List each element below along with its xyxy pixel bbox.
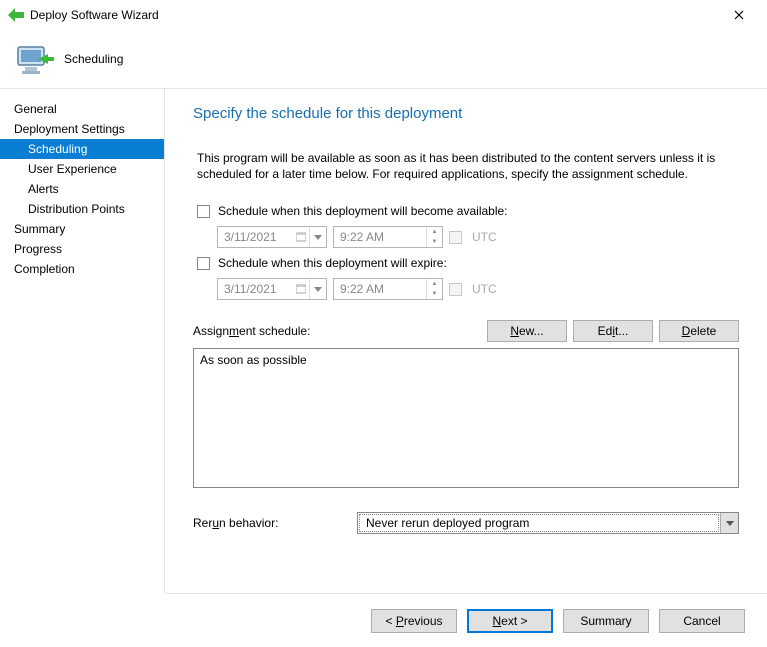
sidebar-item-scheduling[interactable]: Scheduling — [0, 139, 164, 159]
nav-sidebar: GeneralDeployment SettingsSchedulingUser… — [0, 89, 165, 593]
wizard-window: Deploy Software Wizard Scheduling Genera… — [0, 0, 767, 647]
new-button[interactable]: New... — [487, 320, 567, 342]
available-date-picker[interactable]: 3/11/2021 — [217, 226, 327, 248]
next-button[interactable]: Next > — [467, 609, 553, 633]
summary-button[interactable]: Summary — [563, 609, 649, 633]
spinner-icon: ▲▼ — [426, 279, 442, 299]
expire-time-picker[interactable]: 9:22 AM ▲▼ — [333, 278, 443, 300]
body: GeneralDeployment SettingsSchedulingUser… — [0, 89, 767, 593]
available-utc-checkbox — [449, 231, 462, 244]
list-item[interactable]: As soon as possible — [200, 353, 732, 367]
available-utc-label: UTC — [472, 230, 497, 244]
expire-utc-checkbox — [449, 283, 462, 296]
header: Scheduling — [0, 30, 767, 88]
sidebar-item-alerts[interactable]: Alerts — [0, 179, 164, 199]
chevron-down-icon — [310, 279, 326, 299]
chevron-down-icon — [310, 227, 326, 247]
sidebar-item-completion[interactable]: Completion — [0, 259, 164, 279]
page-title: Specify the schedule for this deployment — [193, 105, 739, 122]
expire-date-picker[interactable]: 3/11/2021 — [217, 278, 327, 300]
window-title: Deploy Software Wizard — [30, 8, 719, 22]
spinner-icon: ▲▼ — [426, 227, 442, 247]
wizard-arrow-icon — [8, 7, 24, 23]
assignment-listbox[interactable]: As soon as possible — [193, 348, 739, 488]
page-heading: Scheduling — [64, 52, 123, 66]
sidebar-item-general[interactable]: General — [0, 99, 164, 119]
sidebar-item-distribution-points[interactable]: Distribution Points — [0, 199, 164, 219]
previous-button[interactable]: < Previous — [371, 609, 457, 633]
expire-checkbox[interactable] — [197, 257, 210, 270]
expire-label: Schedule when this deployment will expir… — [218, 256, 447, 270]
assignment-label: Assignment schedule: — [193, 324, 487, 338]
footer: < Previous Next > Summary Cancel — [165, 593, 767, 647]
edit-button[interactable]: Edit... — [573, 320, 653, 342]
schedule-expire-row: Schedule when this deployment will expir… — [197, 256, 739, 270]
sidebar-item-summary[interactable]: Summary — [0, 219, 164, 239]
sidebar-item-user-experience[interactable]: User Experience — [0, 159, 164, 179]
available-checkbox[interactable] — [197, 205, 210, 218]
available-datetime-row: 3/11/2021 9:22 AM ▲▼ UTC — [217, 226, 739, 248]
rerun-select[interactable]: Never rerun deployed program — [357, 512, 739, 534]
expire-utc-label: UTC — [472, 282, 497, 296]
schedule-available-row: Schedule when this deployment will becom… — [197, 204, 739, 218]
sidebar-item-progress[interactable]: Progress — [0, 239, 164, 259]
rerun-label: Rerun behavior: — [193, 516, 343, 530]
sidebar-item-deployment-settings[interactable]: Deployment Settings — [0, 119, 164, 139]
computer-deploy-icon — [14, 39, 54, 79]
content-pane: Specify the schedule for this deployment… — [165, 89, 767, 593]
cancel-button[interactable]: Cancel — [659, 609, 745, 633]
calendar-icon — [292, 227, 310, 247]
available-label: Schedule when this deployment will becom… — [218, 204, 508, 218]
delete-button[interactable]: Delete — [659, 320, 739, 342]
close-button[interactable] — [719, 1, 759, 29]
page-description: This program will be available as soon a… — [197, 150, 739, 182]
available-time-picker[interactable]: 9:22 AM ▲▼ — [333, 226, 443, 248]
titlebar: Deploy Software Wizard — [0, 0, 767, 30]
assignment-row: Assignment schedule: New... Edit... Dele… — [193, 320, 739, 342]
expire-datetime-row: 3/11/2021 9:22 AM ▲▼ UTC — [217, 278, 739, 300]
calendar-icon — [292, 279, 310, 299]
rerun-row: Rerun behavior: Never rerun deployed pro… — [193, 512, 739, 534]
chevron-down-icon — [720, 513, 738, 533]
